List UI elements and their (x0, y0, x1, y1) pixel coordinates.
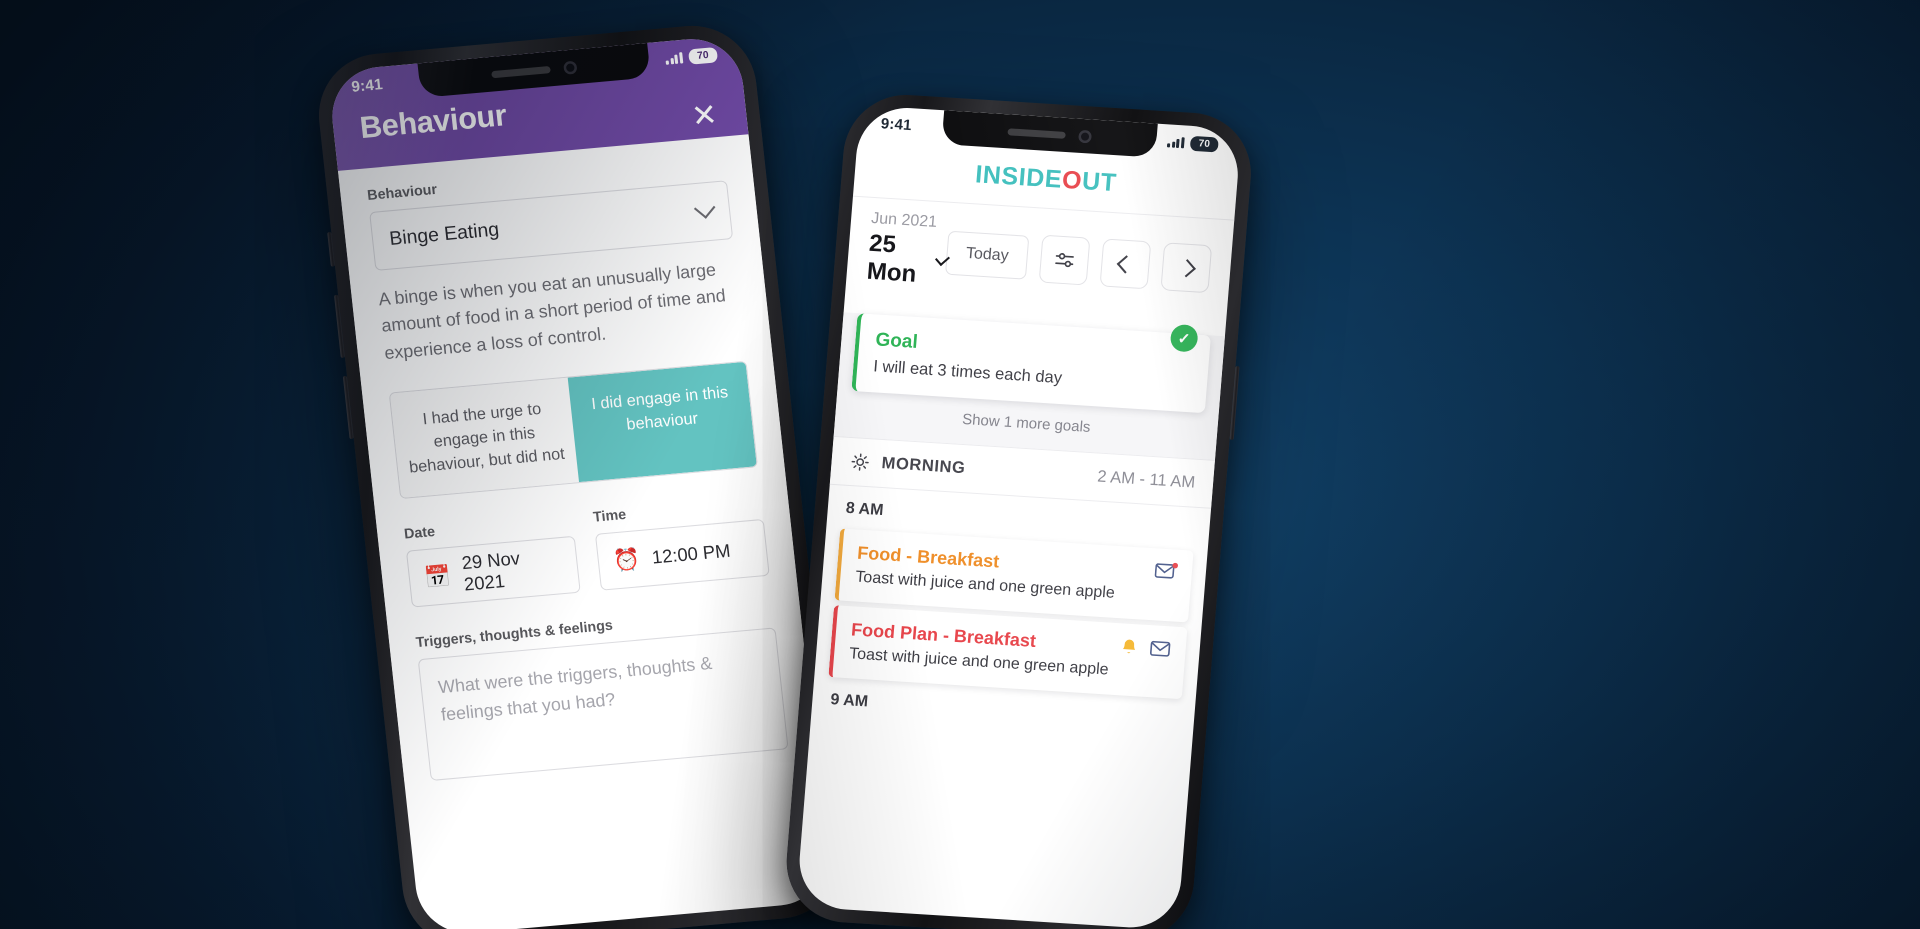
today-button[interactable]: Today (945, 230, 1030, 280)
event-icons (1154, 561, 1179, 581)
segment-urge-not-engaged[interactable]: I had the urge to engage in this behavio… (389, 377, 580, 499)
insideout-logo: INSIDE O UT (974, 160, 1118, 198)
time-column: Time ⏰ 12:00 PM (592, 494, 770, 592)
sliders-icon (1055, 253, 1074, 268)
signal-bars-icon (1167, 136, 1185, 148)
section-title-group: MORNING (849, 451, 966, 479)
power-button[interactable] (1229, 366, 1240, 441)
date-label: Date (403, 523, 436, 543)
scene-background: 9:41 70 Behaviour ✕ Behaviour Binge Eati… (0, 0, 1920, 929)
date-column: Date 📅 29 Nov 2021 (403, 511, 581, 608)
goal-complete-icon[interactable]: ✓ (1169, 323, 1199, 353)
day-label: 25 Mon (865, 229, 918, 288)
envelope-icon[interactable] (1148, 639, 1173, 659)
volume-down-button[interactable] (342, 375, 354, 440)
front-camera (1078, 129, 1093, 144)
section-name: MORNING (880, 453, 967, 478)
engagement-segmented-control: I had the urge to engage in this behavio… (388, 360, 759, 500)
date-nav-controls: Today (945, 229, 1213, 294)
signal-bars-icon (665, 51, 684, 65)
earpiece-speaker (1007, 127, 1066, 139)
section-time-range: 2 AM - 11 AM (1096, 467, 1196, 492)
behaviour-select-value: Binge Eating (388, 219, 501, 251)
next-day-button[interactable] (1160, 242, 1213, 294)
date-time-row: Date 📅 29 Nov 2021 Time ⏰ 12:00 PM (403, 494, 770, 608)
left-phone-device: 9:41 70 Behaviour ✕ Behaviour Binge Eati… (312, 20, 847, 929)
close-icon[interactable]: ✕ (685, 98, 723, 136)
alarm-clock-icon: ⏰ (612, 547, 642, 573)
logo-part-1: INSIDE (974, 160, 1064, 194)
time-value: 12:00 PM (650, 540, 732, 568)
left-status-indicators: 70 (665, 46, 719, 66)
sunrise-icon (851, 453, 869, 471)
volume-up-button[interactable] (334, 294, 345, 358)
chevron-down-icon (693, 196, 716, 219)
battery-badge: 70 (687, 46, 719, 65)
current-date[interactable]: Jun 2021 25 Mon (865, 209, 951, 291)
calendar-icon: 📅 (423, 564, 453, 590)
segment-did-engage[interactable]: I did engage in this behaviour (567, 361, 757, 483)
date-input[interactable]: 📅 29 Nov 2021 (405, 536, 581, 608)
previous-day-button[interactable] (1099, 238, 1152, 290)
time-label: Time (592, 505, 627, 526)
logo-part-2: UT (1081, 167, 1118, 198)
left-phone-screen: 9:41 70 Behaviour ✕ Behaviour Binge Eati… (327, 34, 832, 929)
goal-section: ✓ Goal I will eat 3 times each day Show … (833, 312, 1225, 460)
envelope-badge-icon[interactable] (1154, 561, 1179, 581)
day-selector[interactable]: 25 Mon (865, 229, 951, 291)
month-year-label: Jun 2021 (870, 209, 938, 231)
behaviour-description: A binge is when you eat an unusually lar… (377, 259, 727, 363)
right-phone-device: 9:41 70 INSIDE O UT Jun 2021 25 Mon Toda… (781, 91, 1256, 929)
time-input[interactable]: ⏰ 12:00 PM (594, 519, 770, 592)
bell-icon[interactable] (1118, 636, 1141, 658)
earpiece-speaker (491, 65, 551, 78)
battery-badge: 70 (1189, 135, 1219, 152)
right-phone-screen: 9:41 70 INSIDE O UT Jun 2021 25 Mon Toda… (795, 104, 1242, 929)
event-icons (1118, 636, 1174, 660)
behaviour-form: Behaviour Binge Eating A binge is when y… (337, 134, 816, 784)
filter-button[interactable] (1038, 234, 1091, 286)
chevron-left-icon (1116, 254, 1135, 274)
chevron-right-icon (1177, 258, 1196, 277)
left-status-time: 9:41 (350, 75, 384, 96)
logo-o: O (1061, 165, 1084, 195)
date-value: 29 Nov 2021 (460, 548, 521, 595)
mute-switch[interactable] (327, 231, 336, 267)
front-camera (563, 60, 578, 75)
right-status-time: 9:41 (880, 114, 913, 134)
triggers-textarea[interactable]: What were the triggers, thoughts & feeli… (417, 627, 789, 782)
right-status-indicators: 70 (1167, 134, 1219, 152)
